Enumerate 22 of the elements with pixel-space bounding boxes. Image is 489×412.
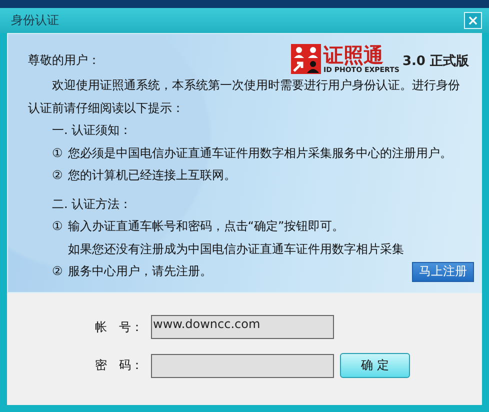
input-field[interactable]: www.downcc.com: [151, 315, 334, 339]
greeting-text: 尊敬的用户：: [28, 52, 100, 68]
section-heading: 二. 认证方法：: [51, 196, 133, 212]
register-button[interactable]: 马上注册: [412, 262, 474, 282]
field-label: 帐 号：: [95, 318, 144, 336]
intro-paragraph: 欢迎使用证照通系统，本系统第一次使用时需要进行用户身份认证。进行身份认证前请仔细阅读以下提示：: [28, 77, 461, 116]
list-item-text: 您必须是中国电信办证直通车证件用数字相片采集服务中心的注册用户。: [68, 146, 452, 160]
list-marker: ②: [52, 168, 63, 182]
list-marker: ①: [52, 146, 63, 160]
field-label: 密 码：: [95, 357, 144, 374]
people-logo-icon: [290, 44, 320, 74]
list-item-text: 如果您还没有注册成为中国电信办证直通车证件用数字相片采集服务中心用户，请先注册。: [68, 240, 404, 280]
input-field[interactable]: [151, 354, 334, 378]
logo-name: 证照通: [324, 44, 384, 66]
list-marker: ②: [52, 263, 63, 280]
section-heading: 一. 认证须知：: [51, 122, 133, 139]
confirm-button[interactable]: 确 定: [340, 353, 410, 378]
window-title: 身份认证: [11, 12, 59, 29]
list-marker: ①: [52, 219, 63, 233]
version-label: 3.0 正式版: [402, 53, 469, 70]
list-item-text: 您的计算机已经连接上互联网。: [68, 168, 236, 182]
list-item-text: 输入办证直通车帐号和密码，点击“确定”按钮即可。: [68, 219, 344, 233]
